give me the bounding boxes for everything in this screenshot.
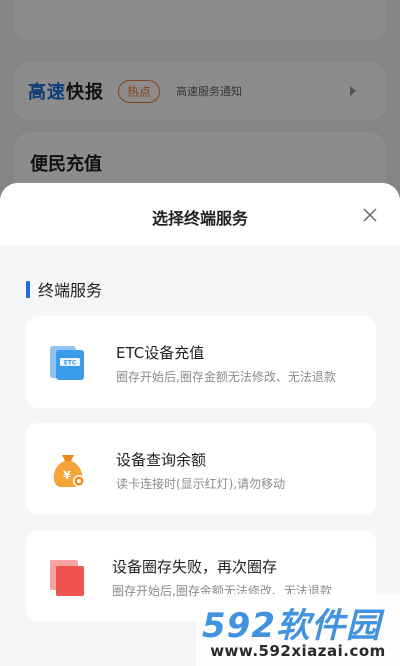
- service-desc: 圈存开始后,圈存金额无法修改、无法退款: [116, 370, 336, 384]
- close-icon[interactable]: [362, 207, 378, 223]
- service-item-balance-query[interactable]: ¥ 设备查询余额 读卡连接时(显示红灯),请勿移动: [26, 423, 376, 515]
- service-title: 设备圈存失败，再次圈存: [112, 558, 278, 576]
- svg-text:ETC: ETC: [64, 360, 77, 367]
- service-desc: 读卡连接时(显示红灯),请勿移动: [116, 477, 286, 491]
- retry-squares-icon: [50, 560, 84, 596]
- section-accent-bar: [26, 280, 30, 298]
- section-title: 终端服务: [38, 281, 103, 300]
- svg-text:¥: ¥: [63, 469, 71, 482]
- site-watermark: 592软件园 www.592xiazai.com: [196, 594, 400, 666]
- section-header: 终端服务: [26, 277, 102, 301]
- watermark-logo-number: 592: [202, 606, 276, 646]
- sheet-title: 选择终端服务: [151, 209, 248, 228]
- watermark-logo: 592软件园: [202, 598, 381, 647]
- etc-card-icon: ETC: [50, 346, 84, 380]
- money-bag-icon: ¥: [53, 455, 85, 487]
- service-item-etc-recharge[interactable]: ETC ETC设备充值 圈存开始后,圈存金额无法修改、无法退款: [26, 316, 376, 408]
- service-title: 设备查询余额: [116, 451, 207, 469]
- watermark-url: www.592xiazai.com: [210, 642, 386, 660]
- service-title: ETC设备充值: [116, 344, 205, 362]
- watermark-logo-text: 软件园: [275, 606, 381, 646]
- sheet-header: 选择终端服务: [0, 183, 400, 247]
